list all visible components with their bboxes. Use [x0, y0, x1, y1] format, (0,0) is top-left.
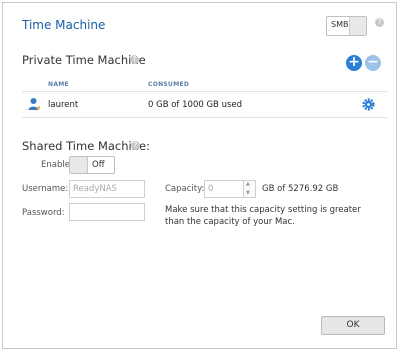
- enable-state: Off: [92, 160, 105, 170]
- capacity-label: Capacity:: [165, 184, 205, 194]
- time-machine-dialog: Time Machine SMB ? Private Time Machine …: [2, 2, 397, 349]
- shared-help-icon[interactable]: ?: [131, 141, 140, 150]
- column-header-name: NAME: [48, 81, 69, 88]
- capacity-suffix: GB of 5276.92 GB: [262, 184, 339, 194]
- gear-icon[interactable]: [362, 98, 375, 111]
- chevron-down-icon[interactable]: ▼: [246, 190, 250, 196]
- row-name: laurent: [48, 100, 79, 110]
- help-icon[interactable]: ?: [375, 18, 384, 27]
- toggle-knob: [349, 17, 366, 35]
- dialog-title: Time Machine: [22, 18, 106, 32]
- divider: [22, 117, 387, 118]
- password-label: Password:: [22, 208, 65, 218]
- username-label: Username:: [22, 184, 69, 194]
- capacity-note: Make sure that this capacity setting is …: [165, 205, 361, 227]
- smb-toggle[interactable]: SMB: [326, 16, 367, 36]
- remove-icon[interactable]: −: [365, 55, 381, 71]
- smb-toggle-label: SMB: [331, 20, 349, 29]
- enable-toggle[interactable]: Off: [69, 156, 115, 174]
- toggle-knob: [70, 157, 88, 173]
- password-input[interactable]: [69, 203, 145, 221]
- row-consumed: 0 GB of 1000 GB used: [148, 100, 243, 110]
- user-icon: [28, 98, 41, 110]
- ok-button[interactable]: OK: [321, 316, 385, 335]
- private-section-title: Private Time Machine: [22, 53, 146, 67]
- capacity-input[interactable]: 0: [204, 180, 244, 198]
- private-help-icon[interactable]: ?: [130, 55, 139, 64]
- column-header-consumed: CONSUMED: [148, 81, 190, 88]
- capacity-stepper[interactable]: ▲ ▼: [244, 180, 256, 198]
- username-input[interactable]: ReadyNAS: [69, 180, 145, 198]
- enable-label: Enable: [41, 160, 70, 170]
- divider: [22, 91, 387, 92]
- add-icon[interactable]: +: [346, 55, 362, 71]
- chevron-up-icon[interactable]: ▲: [246, 181, 250, 187]
